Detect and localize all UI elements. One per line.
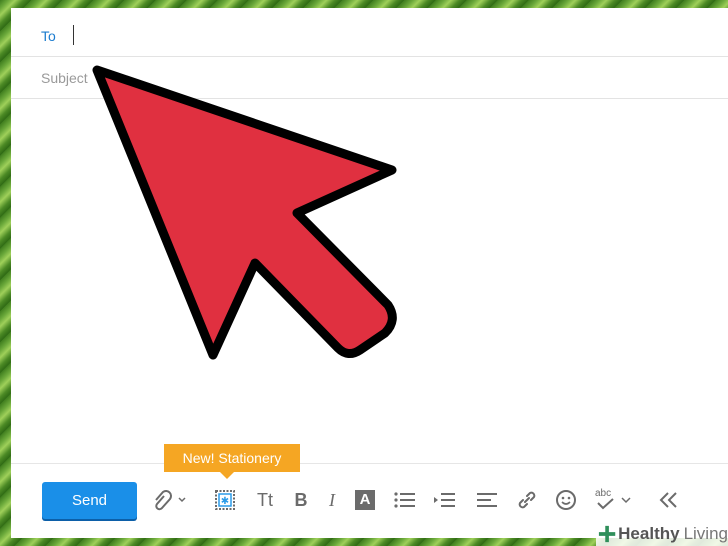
text-color-button[interactable]: A <box>355 488 375 512</box>
emoji-button[interactable] <box>554 488 578 512</box>
link-icon <box>518 491 536 509</box>
subject-row[interactable]: Subject <box>11 56 728 99</box>
message-body[interactable] <box>11 100 728 460</box>
collapse-icon <box>659 492 677 508</box>
subject-label: Subject <box>41 70 88 86</box>
spellcheck-button[interactable]: abc <box>591 488 635 512</box>
watermark-part1: Healthy <box>618 523 680 543</box>
to-row[interactable]: To <box>11 14 728 57</box>
watermark-part2: Living <box>683 523 728 543</box>
indent-button[interactable] <box>433 488 457 512</box>
bold-icon: B <box>294 489 308 510</box>
watermark: Healthy Living <box>596 521 728 546</box>
spellcheck-icon: abc <box>593 488 619 512</box>
italic-icon: I <box>329 489 335 510</box>
bold-button[interactable]: B <box>291 488 311 512</box>
to-label: To <box>41 28 56 44</box>
attach-button[interactable] <box>151 488 187 512</box>
text-size-button[interactable]: Tt <box>253 488 277 512</box>
bullet-list-icon <box>394 492 415 508</box>
link-button[interactable] <box>515 488 539 512</box>
stationery-tooltip: New! Stationery <box>164 444 300 479</box>
italic-button[interactable]: I <box>323 488 341 512</box>
indent-icon <box>434 493 455 507</box>
send-button[interactable]: Send <box>42 482 137 519</box>
align-left-icon <box>477 493 497 507</box>
text-size-icon: Tt <box>257 489 273 510</box>
align-button[interactable] <box>475 488 499 512</box>
svg-text:✱: ✱ <box>221 496 229 507</box>
text-color-icon: A <box>355 490 375 510</box>
healthy-living-logo-icon <box>598 525 616 542</box>
stationery-icon: ✱ <box>215 490 235 510</box>
compose-window: To Subject New! Stationery Send ✱ Tt B I… <box>11 8 728 538</box>
bullet-list-button[interactable] <box>393 488 417 512</box>
text-caret <box>73 25 74 45</box>
emoji-icon <box>556 490 576 510</box>
stationery-button[interactable]: ✱ <box>213 488 237 512</box>
paperclip-icon <box>155 490 186 511</box>
collapse-button[interactable] <box>657 488 681 512</box>
